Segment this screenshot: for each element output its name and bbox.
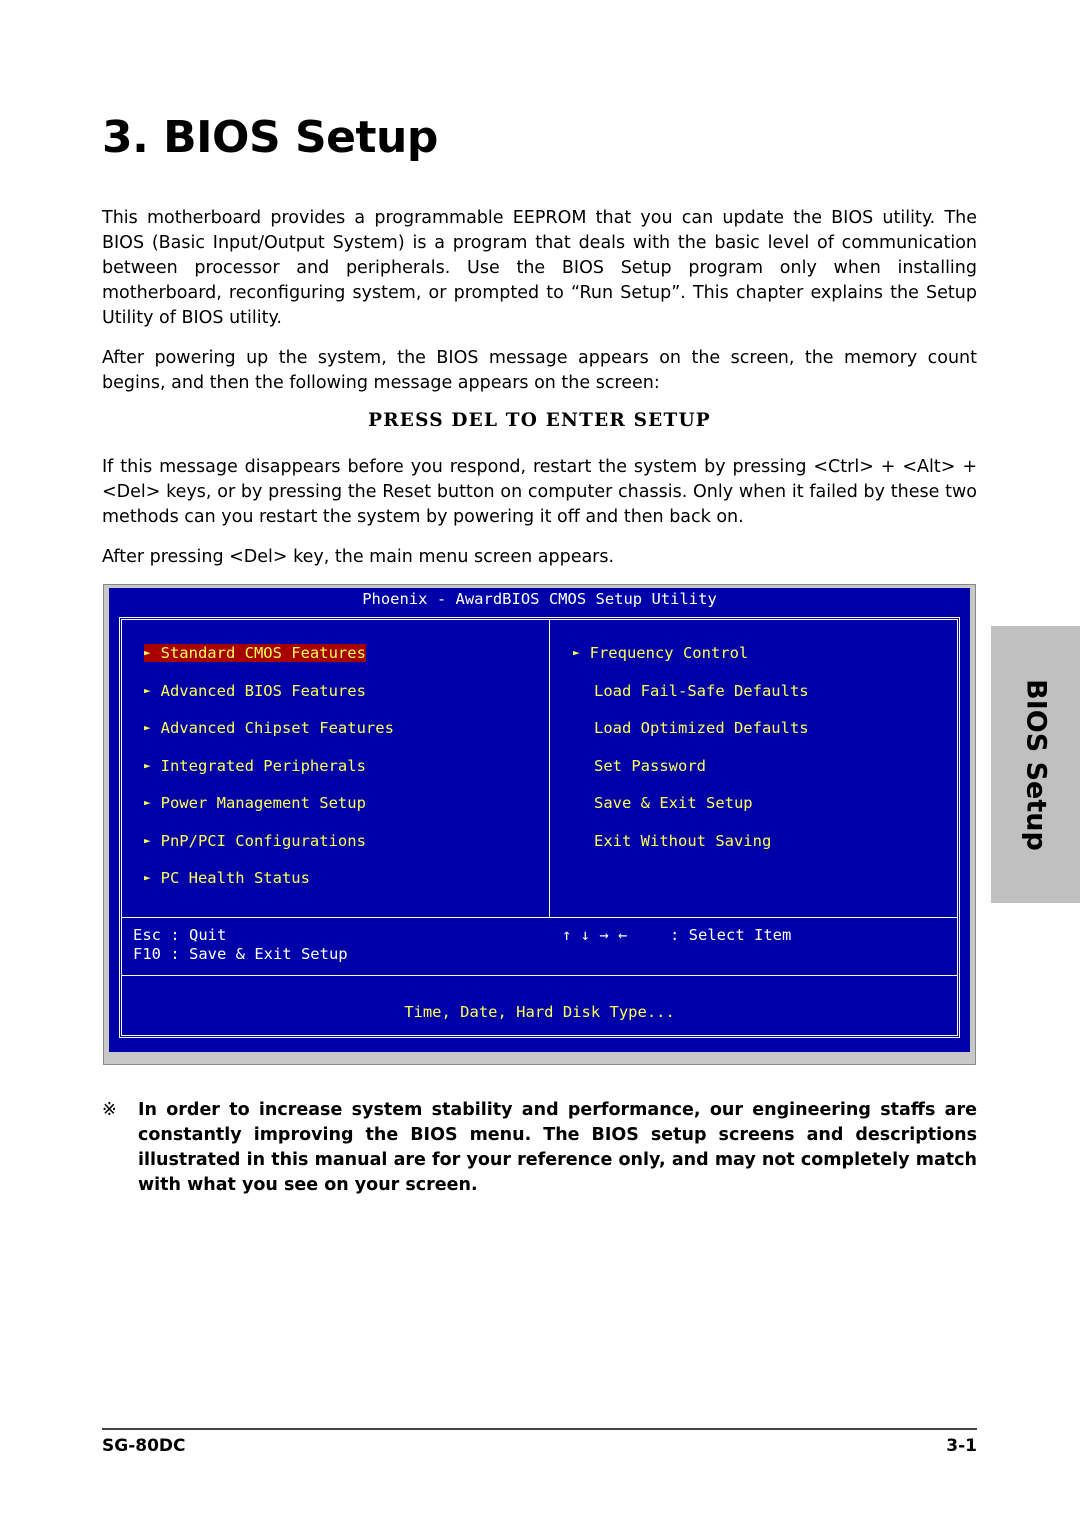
arrow-icon: ► [144, 759, 151, 772]
menu-pc-health-status[interactable]: ► PC Health Status [144, 869, 310, 887]
menu-exit-without-saving[interactable]: Exit Without Saving [594, 832, 771, 850]
footer-divider [102, 1428, 977, 1430]
arrow-icon: ► [144, 721, 151, 734]
main-menu-paragraph: After pressing <Del> key, the main menu … [102, 547, 615, 567]
menu-advanced-chipset-features[interactable]: ► Advanced Chipset Features [144, 719, 394, 737]
arrow-icon: ► [144, 684, 151, 697]
menu-advanced-bios-features[interactable]: ► Advanced BIOS Features [144, 682, 366, 700]
arrow-icon: ► [144, 871, 151, 884]
press-del-message: PRESS DEL TO ENTER SETUP [368, 410, 711, 431]
bios-screen: Phoenix - AwardBIOS CMOS Setup Utility ►… [109, 588, 970, 1052]
power-up-paragraph: After powering up the system, the BIOS m… [102, 348, 977, 393]
intro-paragraph: This motherboard provides a programmable… [102, 208, 977, 328]
menu-load-optimized-defaults[interactable]: Load Optimized Defaults [594, 719, 809, 737]
menu-integrated-peripherals[interactable]: ► Integrated Peripherals [144, 757, 366, 775]
bios-title: Phoenix - AwardBIOS CMOS Setup Utility [362, 590, 717, 608]
column-divider [549, 620, 550, 917]
arrow-keys-icon: ↑ ↓ → ← [562, 926, 628, 944]
page-title: 3. BIOS Setup [102, 112, 438, 163]
menu-load-fail-safe-defaults[interactable]: Load Fail-Safe Defaults [594, 682, 809, 700]
arrow-icon: ► [144, 796, 151, 809]
arrow-icon: ► [144, 646, 151, 659]
restart-paragraph: If this message disappears before you re… [102, 457, 977, 527]
note-block: ※ In order to increase system stability … [102, 1098, 977, 1198]
bios-main-panel: ► Standard CMOS Features ► Advanced BIOS F… [119, 617, 960, 1038]
item-description: Time, Date, Hard Disk Type... [404, 1003, 675, 1021]
help-esc-quit: Esc : Quit [133, 926, 227, 944]
description-divider [122, 975, 957, 976]
arrow-icon: ► [144, 834, 151, 847]
menu-save-exit-setup[interactable]: Save & Exit Setup [594, 794, 753, 812]
help-select-item: : Select Item [670, 926, 792, 944]
footer-model: SG-80DC [102, 1436, 186, 1456]
menu-frequency-control[interactable]: ► Frequency Control [573, 644, 748, 662]
menu-set-password[interactable]: Set Password [594, 757, 706, 775]
menu-power-management-setup[interactable]: ► Power Management Setup [144, 794, 366, 812]
footer-page-number: 3-1 [946, 1436, 977, 1456]
section-side-tab: BIOS Setup [991, 626, 1080, 903]
bios-screenshot: Phoenix - AwardBIOS CMOS Setup Utility ►… [103, 584, 976, 1065]
help-f10-save-exit: F10 : Save & Exit Setup [133, 945, 348, 963]
menu-pnp-pci-configurations[interactable]: ► PnP/PCI Configurations [144, 832, 366, 850]
note-text: In order to increase system stability an… [138, 1100, 977, 1195]
reference-mark-icon: ※ [102, 1100, 117, 1120]
menu-standard-cmos-features[interactable]: ► Standard CMOS Features [144, 644, 366, 662]
arrow-icon: ► [573, 646, 580, 659]
help-divider [122, 917, 957, 918]
